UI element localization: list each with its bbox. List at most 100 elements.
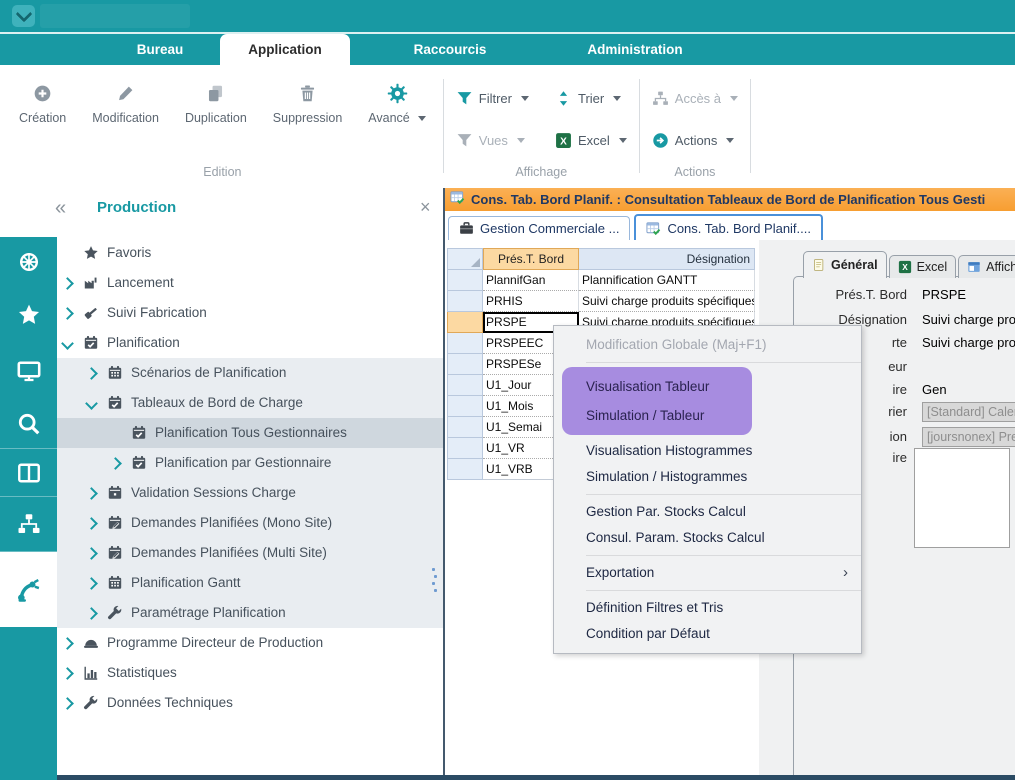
chevron-right-icon[interactable] xyxy=(85,367,98,380)
grid-row-selector[interactable] xyxy=(447,396,483,417)
panel-tab-excel[interactable]: X Excel xyxy=(889,255,957,278)
excel-icon: X xyxy=(898,260,912,274)
ribbon-trier-button[interactable]: Trier xyxy=(547,77,635,119)
grid-row-selector[interactable] xyxy=(447,312,483,333)
rail-star-item[interactable] xyxy=(0,287,57,343)
menubar-tab-application[interactable]: Application xyxy=(220,34,350,65)
panel-splitter-handle[interactable] xyxy=(428,568,438,608)
tree-item-label: Lancement xyxy=(107,275,174,290)
panel-tab-label: Général xyxy=(831,258,878,272)
document-tab-cons-tab-bord-planif[interactable]: Cons. Tab. Bord Planif.... xyxy=(634,214,823,240)
menu-highlight-group: Visualisation TableurSimulation / Tableu… xyxy=(562,367,752,435)
chevron-right-icon[interactable] xyxy=(61,667,74,680)
ribbon-excel-button[interactable]: XExcel xyxy=(547,119,635,161)
ribbon-acc-s-button[interactable]: Accès à xyxy=(644,77,746,119)
app-window: BureauApplication Raccourcis Administratio… xyxy=(0,0,1015,780)
tree-item-demandes-planifi-es-multi-site[interactable]: Demandes Planifiées (Multi Site) xyxy=(57,538,443,568)
grid-col-header-pr-s-t-bord[interactable]: Prés.T. Bord xyxy=(483,248,579,270)
document-tab-gestion-commerciale[interactable]: Gestion Commerciale ... xyxy=(448,216,630,240)
grid-row-selector[interactable] xyxy=(447,270,483,291)
tree-item-favoris[interactable]: Favoris xyxy=(57,238,443,268)
context-menu-item-gestion-par-stocks-calcul[interactable]: Gestion Par. Stocks Calcul xyxy=(554,499,861,525)
sidebar-collapse-button[interactable]: « xyxy=(55,197,66,220)
tree-item-param-trage-planification[interactable]: Paramétrage Planification xyxy=(57,598,443,628)
menubar-tab-bureau[interactable]: Bureau xyxy=(100,34,220,65)
chevron-right-icon[interactable] xyxy=(61,637,74,650)
rail-wheel-item[interactable] xyxy=(0,237,57,287)
grid-cell-code-plannifgan[interactable]: PlannifGan xyxy=(483,270,579,291)
tree-item-lancement[interactable]: Lancement xyxy=(57,268,443,298)
context-menu-item-condition-par-d-faut[interactable]: Condition par Défaut xyxy=(554,621,861,647)
tree-item-suivi-fabrication[interactable]: Suivi Fabrication xyxy=(57,298,443,328)
tree-item-planification[interactable]: Planification xyxy=(57,328,443,358)
ribbon-actions-button[interactable]: Actions xyxy=(644,119,746,161)
sidebar-close-button[interactable]: × xyxy=(420,197,431,218)
rail-robot-item[interactable] xyxy=(0,552,57,627)
tree-item-tableaux-de-bord-de-charge[interactable]: Tableaux de Bord de Charge xyxy=(57,388,443,418)
tree-item-label: Demandes Planifiées (Multi Site) xyxy=(131,545,327,560)
rail-columns-item[interactable] xyxy=(0,449,57,497)
chevron-right-icon[interactable] xyxy=(61,307,74,320)
menubar-tab-raccourcis[interactable]: Raccourcis xyxy=(380,34,520,65)
panel-tab-label: Excel xyxy=(917,260,948,274)
tree-item-validation-sessions-charge[interactable]: Validation Sessions Charge xyxy=(57,478,443,508)
tree-item-donn-es-techniques[interactable]: Données Techniques xyxy=(57,688,443,718)
chevron-right-icon[interactable] xyxy=(61,697,74,710)
panel-tab-affich[interactable]: Affich xyxy=(958,255,1015,278)
chevron-right-icon[interactable] xyxy=(109,457,122,470)
context-menu-item-modification-globale-maj-f1[interactable]: Modification Globale (Maj+F1) xyxy=(554,332,861,358)
ribbon-cr-ation-button[interactable]: Création xyxy=(6,77,79,127)
chevron-down-icon[interactable] xyxy=(85,397,98,410)
grid-select-all-corner[interactable] xyxy=(447,248,483,270)
ribbon-avanc-button[interactable]: Avancé xyxy=(355,77,438,127)
grid-cell-code-prhis[interactable]: PRHIS xyxy=(483,291,579,312)
grid-row-selector[interactable] xyxy=(447,291,483,312)
app-logo-button[interactable] xyxy=(12,5,35,27)
chevron-right-icon[interactable] xyxy=(85,517,98,530)
tree-item-statistiques[interactable]: Statistiques xyxy=(57,658,443,688)
ribbon-duplication-button[interactable]: Duplication xyxy=(172,77,260,127)
chevron-right-icon[interactable] xyxy=(85,547,98,560)
ribbon-suppression-button[interactable]: Suppression xyxy=(260,77,356,127)
field-comment-box[interactable] xyxy=(914,448,1010,548)
grid-cell-designation[interactable]: Suivi charge produits spécifiques xyxy=(579,291,755,312)
context-menu-item-simulation-histogrammes[interactable]: Simulation / Histogrammes xyxy=(554,464,861,490)
ribbon-vues-button[interactable]: Vues xyxy=(448,119,537,161)
chevron-right-icon[interactable] xyxy=(61,277,74,290)
chevron-right-icon[interactable] xyxy=(85,607,98,620)
rail-monitor-item[interactable] xyxy=(0,343,57,399)
grid-row-selector[interactable] xyxy=(447,459,483,480)
panel-tab-g-n-ral[interactable]: Général xyxy=(803,251,887,278)
menubar-tab-administration[interactable]: Administration xyxy=(550,34,720,65)
context-menu-item-exportation[interactable]: Exportation› xyxy=(554,560,861,586)
ribbon-filtrer-button[interactable]: Filtrer xyxy=(448,77,537,119)
grid-col-header-d-signation[interactable]: Désignation xyxy=(579,248,755,270)
tree-item-programme-directeur-de-production[interactable]: Programme Directeur de Production xyxy=(57,628,443,658)
tree-item-sc-narios-de-planification[interactable]: Scénarios de Planification xyxy=(57,358,443,388)
chevron-right-icon[interactable] xyxy=(85,487,98,500)
tree-item-demandes-planifi-es-mono-site[interactable]: Demandes Planifiées (Mono Site) xyxy=(57,508,443,538)
grid-row-selector[interactable] xyxy=(447,417,483,438)
context-menu-item-consul-param-stocks-calcul[interactable]: Consul. Param. Stocks Calcul xyxy=(554,525,861,551)
grid-row-selector[interactable] xyxy=(447,375,483,396)
rail-search-item[interactable] xyxy=(0,399,57,449)
context-menu-item-visualisation-histogrammes[interactable]: Visualisation Histogrammes xyxy=(554,438,861,464)
chevron-right-icon[interactable] xyxy=(85,577,98,590)
tree-item-planification-gantt[interactable]: Planification Gantt xyxy=(57,568,443,598)
context-menu-item-d-finition-filtres-et-tris[interactable]: Définition Filtres et Tris xyxy=(554,595,861,621)
field-value: Suivi charge produi xyxy=(922,333,1015,353)
monitor-icon xyxy=(17,359,41,383)
grid-row-selector[interactable] xyxy=(447,354,483,375)
titlebar xyxy=(0,0,1015,32)
field-value: Gen xyxy=(922,380,1015,400)
ribbon-modification-button[interactable]: Modification xyxy=(79,77,172,127)
chevron-down-icon[interactable] xyxy=(61,337,74,350)
context-menu-item-visualisation-tableur[interactable]: Visualisation Tableur xyxy=(562,372,752,401)
tree-item-planification-par-gestionnaire[interactable]: Planification par Gestionnaire xyxy=(57,448,443,478)
tree-item-planification-tous-gestionnaires[interactable]: Planification Tous Gestionnaires xyxy=(57,418,443,448)
rail-orgchart-item[interactable] xyxy=(0,497,57,552)
grid-cell-designation[interactable]: Plannification GANTT xyxy=(579,270,755,291)
grid-row-selector[interactable] xyxy=(447,333,483,354)
grid-row-selector[interactable] xyxy=(447,438,483,459)
context-menu-item-simulation-tableur[interactable]: Simulation / Tableur xyxy=(562,401,752,430)
